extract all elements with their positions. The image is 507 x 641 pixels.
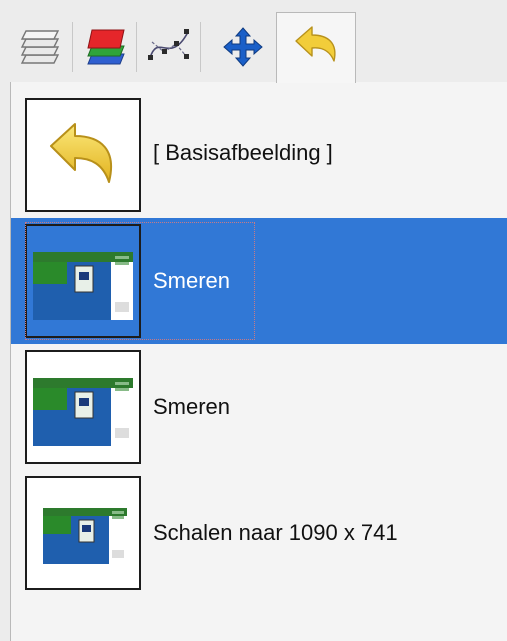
history-thumb xyxy=(25,98,141,212)
screenshot-thumbnail xyxy=(27,226,139,336)
tab-channels[interactable] xyxy=(74,12,136,82)
move-icon xyxy=(218,22,268,72)
history-item-label: Smeren xyxy=(153,394,231,419)
history-item-label: Schalen naar 1090 x 741 xyxy=(153,520,398,545)
tab-move[interactable] xyxy=(212,12,274,82)
history-item-schalen[interactable]: Schalen naar 1090 x 741 xyxy=(11,470,507,596)
history-thumb xyxy=(25,476,141,590)
history-list: [ Basisafbeelding ] Smeren Smeren Schale… xyxy=(10,82,507,641)
channels-icon xyxy=(80,22,130,72)
history-item-smeren[interactable]: Smeren xyxy=(11,344,507,470)
undo-arrow-icon xyxy=(45,118,123,199)
tab-paths[interactable] xyxy=(138,12,200,82)
history-item-label: Smeren xyxy=(153,268,231,293)
undo-history-icon xyxy=(290,23,342,73)
history-thumb xyxy=(25,350,141,464)
dock-tab-bar xyxy=(0,0,507,83)
layers-icon xyxy=(16,22,66,72)
history-item-label: [ Basisafbeelding ] xyxy=(153,140,333,165)
screenshot-thumbnail xyxy=(27,352,139,462)
screenshot-thumbnail xyxy=(27,478,139,588)
history-thumb xyxy=(25,224,141,338)
history-item-base[interactable]: [ Basisafbeelding ] xyxy=(11,92,507,218)
tab-undo-history[interactable] xyxy=(276,12,356,83)
paths-icon xyxy=(144,22,194,72)
tab-layers[interactable] xyxy=(10,12,72,82)
history-item-smeren-selected[interactable]: Smeren xyxy=(11,218,507,344)
